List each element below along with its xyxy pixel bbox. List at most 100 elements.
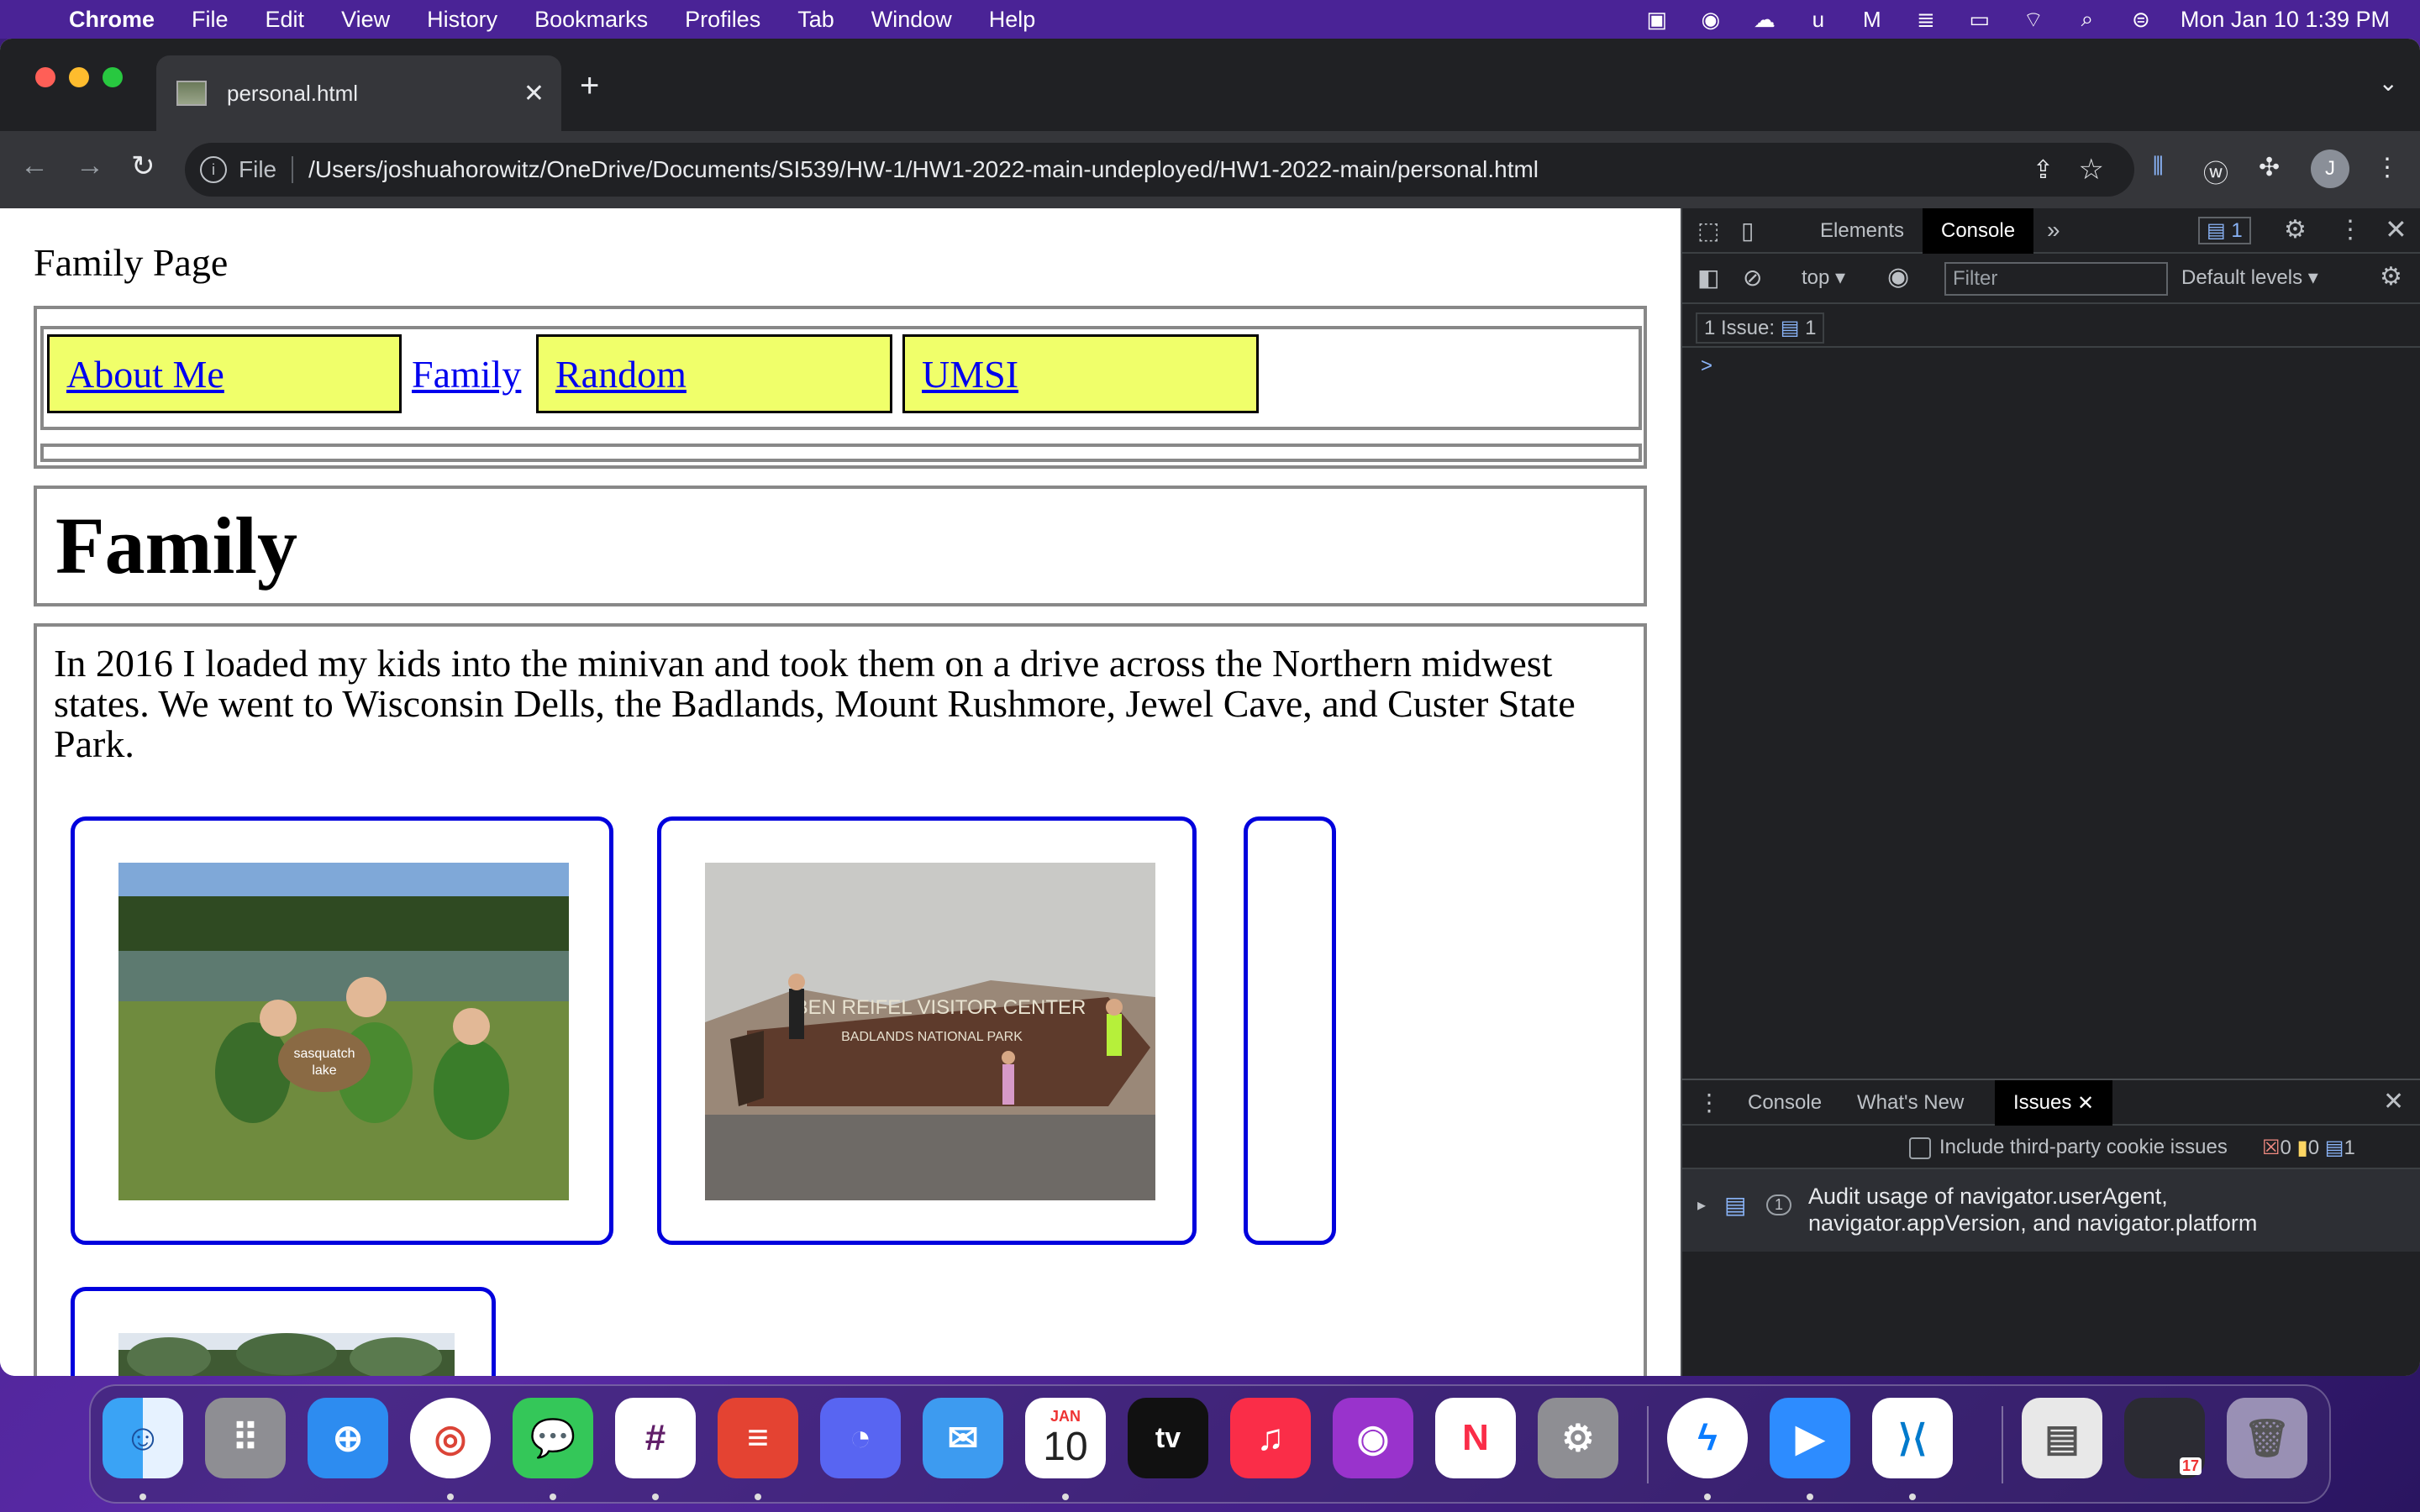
settings-gear-icon[interactable]: ⚙ <box>2284 215 2307 244</box>
close-tab-icon[interactable]: ✕ <box>523 79 544 108</box>
clock[interactable]: Mon Jan 10 1:39 PM <box>2181 7 2390 33</box>
mimestream-icon[interactable]: M <box>1858 7 1886 32</box>
menu-tab[interactable]: Tab <box>797 7 834 33</box>
battery-icon[interactable]: ▭ <box>1965 7 1994 32</box>
issues-badge[interactable]: ▤ 1 <box>2198 217 2251 244</box>
tab-personal[interactable]: personal.html ✕ <box>156 55 561 131</box>
reload-icon[interactable]: ↻ <box>131 150 155 183</box>
address-bar[interactable]: i File /Users/joshuahorowitz/OneDrive/Do… <box>185 143 2134 197</box>
screenshot-stack-icon[interactable]: 17 <box>2124 1398 2205 1478</box>
sasquatch-lake-photo[interactable]: sasquatch lake <box>118 863 569 1200</box>
menu-help[interactable]: Help <box>989 7 1036 33</box>
todoist-icon[interactable]: ≡ <box>718 1398 798 1478</box>
tv-icon[interactable]: tv <box>1128 1398 1208 1478</box>
system-preferences-icon[interactable]: ⚙ <box>1538 1398 1618 1478</box>
url-text[interactable]: /Users/joshuahorowitz/OneDrive/Documents… <box>308 156 1539 183</box>
finder-icon[interactable]: ☺ <box>103 1398 183 1478</box>
close-devtools-icon[interactable]: ✕ <box>2385 213 2407 245</box>
safari-icon[interactable]: ⊕ <box>308 1398 388 1478</box>
unite-icon[interactable]: u <box>1804 7 1833 32</box>
minimize-window-button[interactable] <box>69 67 89 87</box>
tab-search-chevron-icon[interactable]: ⌄ <box>2379 69 2398 97</box>
zoom-window-button[interactable] <box>103 67 123 87</box>
zoom-icon[interactable]: ▶ <box>1770 1398 1850 1478</box>
stack-icon[interactable]: ≣ <box>1912 7 1940 32</box>
mail-icon[interactable]: ✉ <box>923 1398 1003 1478</box>
search-icon[interactable]: ⌕ <box>2073 6 2102 31</box>
menu-file[interactable]: File <box>192 7 229 33</box>
calendar-icon[interactable]: JAN 10 <box>1025 1398 1106 1478</box>
log-levels-dropdown[interactable]: Default levels ▾ <box>2181 265 2318 290</box>
extensions-puzzle-icon[interactable]: ✣ <box>2259 153 2280 182</box>
preview-doc-icon[interactable]: ▤ <box>2022 1398 2102 1478</box>
messenger-icon[interactable]: ϟ <box>1667 1398 1748 1478</box>
messages-icon[interactable]: 💬 <box>513 1398 593 1478</box>
checkbox-icon[interactable] <box>1909 1137 1931 1159</box>
drawer-tab-issues[interactable]: Issues ✕ <box>1995 1080 2113 1126</box>
trash-icon[interactable]: 🗑 <box>2227 1398 2307 1478</box>
wifi-icon[interactable]: ⌔ <box>2019 7 2048 32</box>
menu-history[interactable]: History <box>427 7 497 33</box>
drawer-menu-icon[interactable]: ⋮ <box>1697 1089 1721 1116</box>
forest-photo[interactable] <box>118 1333 455 1376</box>
expand-triangle-icon[interactable]: ▸ <box>1697 1194 1706 1215</box>
live-expression-eye-icon[interactable]: ◉ <box>1887 262 1909 291</box>
nav-link-family[interactable]: Family <box>403 334 538 413</box>
close-window-button[interactable] <box>35 67 55 87</box>
nav-link-umsi[interactable]: UMSI <box>902 334 1259 413</box>
third-party-toggle[interactable]: Include third-party cookie issues <box>1909 1136 2228 1159</box>
forward-icon[interactable]: → <box>76 150 104 182</box>
close-issues-tab-icon[interactable]: ✕ <box>2077 1091 2094 1116</box>
issue-message-icon: ▤ <box>1724 1192 1747 1218</box>
menu-app-name[interactable]: Chrome <box>69 7 155 33</box>
drawer-tab-whats-new[interactable]: What's New <box>1839 1080 1982 1126</box>
drawer-tab-console[interactable]: Console <box>1729 1080 1840 1126</box>
bookmark-star-icon[interactable]: ☆ <box>2079 153 2104 186</box>
menu-window[interactable]: Window <box>871 7 952 33</box>
menu-view[interactable]: View <box>341 7 390 33</box>
back-icon[interactable]: ← <box>20 150 49 182</box>
device-toolbar-icon[interactable]: ▯ <box>1741 217 1754 244</box>
console-settings-icon[interactable]: ⚙ <box>2380 262 2402 291</box>
console-filter-input[interactable]: Filter <box>1944 262 2168 296</box>
share-icon[interactable]: ⇪ <box>2033 155 2054 185</box>
menu-edit[interactable]: Edit <box>266 7 305 33</box>
sidebar-toggle-icon[interactable]: ◧ <box>1697 264 1719 291</box>
menu-bookmarks[interactable]: Bookmarks <box>534 7 648 33</box>
zoom-status-icon[interactable]: ▣ <box>1643 7 1671 32</box>
profile-avatar[interactable]: J <box>2311 150 2349 188</box>
podcasts-icon[interactable]: ◉ <box>1333 1398 1413 1478</box>
url-separator <box>292 156 294 183</box>
discord-icon[interactable]: ◔ <box>820 1398 901 1478</box>
onedrive-icon[interactable]: ☁ <box>1750 7 1779 32</box>
info-icon[interactable]: i <box>200 156 227 183</box>
launchpad-icon[interactable]: ⠿ <box>205 1398 286 1478</box>
context-selector[interactable]: top ▾ <box>1802 265 1845 290</box>
console-prompt[interactable]: > <box>1701 354 1712 378</box>
nav-link-about-me[interactable]: About Me <box>47 334 402 413</box>
control-center-icon[interactable]: ⊜ <box>2127 7 2155 32</box>
vscode-icon[interactable]: ⟩⟨ <box>1872 1398 1953 1478</box>
close-drawer-icon[interactable]: ✕ <box>2383 1087 2404 1116</box>
badlands-visitor-center-photo[interactable]: BEN REIFEL VISITOR CENTER BADLANDS NATIO… <box>705 863 1155 1200</box>
inspect-element-icon[interactable]: ⬚ <box>1697 217 1719 244</box>
extension-w-icon[interactable]: ⓦ <box>2203 153 2228 190</box>
menu-profiles[interactable]: Profiles <box>685 7 760 33</box>
news-icon[interactable]: N <box>1435 1398 1516 1478</box>
extension-bars-icon[interactable]: ⫴ <box>2153 153 2164 181</box>
site-title: Family Page <box>34 241 229 284</box>
chrome-icon[interactable]: ◎ <box>410 1398 491 1478</box>
nav-link-random[interactable]: Random <box>536 334 892 413</box>
more-tabs-icon[interactable]: » <box>2047 217 2060 244</box>
music-icon[interactable]: ♫ <box>1230 1398 1311 1478</box>
issue-row[interactable]: ▸ ▤ 1 Audit usage of navigator.userAgent… <box>1682 1169 2420 1252</box>
new-tab-button[interactable]: + <box>580 67 599 105</box>
devtools-tab-console[interactable]: Console <box>1923 208 2034 254</box>
devtools-tab-elements[interactable]: Elements <box>1802 208 1923 254</box>
creative-cloud-icon[interactable]: ◉ <box>1697 7 1725 32</box>
issues-summary-link[interactable]: 1 Issue: ▤ 1 <box>1696 312 1825 344</box>
clear-console-icon[interactable]: ⊘ <box>1743 264 1762 291</box>
slack-icon[interactable]: # <box>615 1398 696 1478</box>
browser-menu-icon[interactable]: ⋮ <box>2375 153 2400 182</box>
devtools-menu-icon[interactable]: ⋮ <box>2338 215 2363 244</box>
